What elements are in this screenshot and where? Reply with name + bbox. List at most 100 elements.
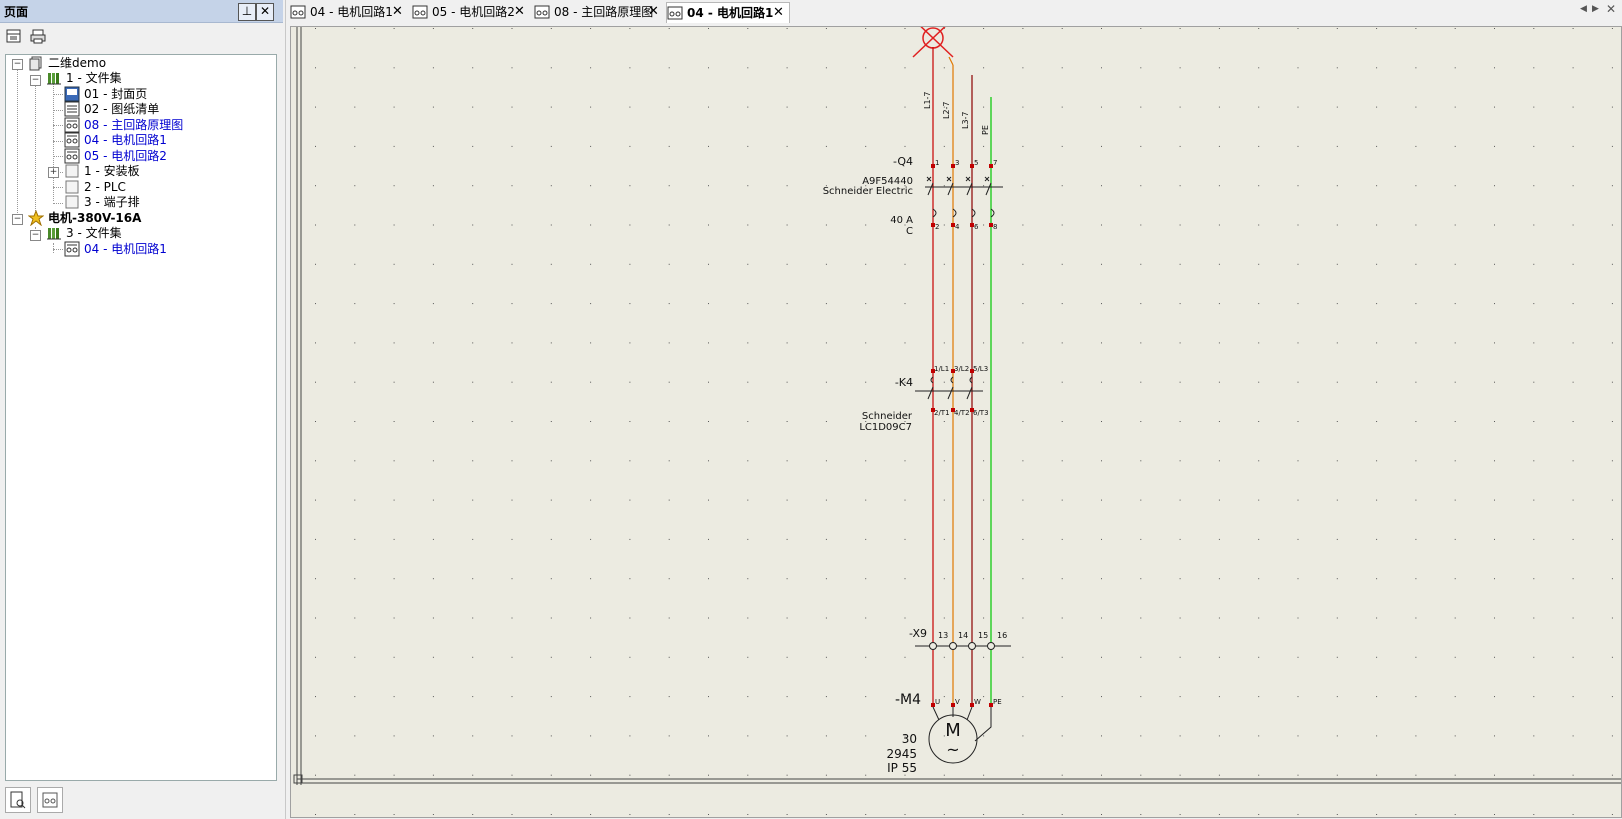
panel-title: 页面 (4, 5, 29, 19)
tab-page04-active[interactable]: 04 - 电机回路1 ✕ (666, 2, 790, 23)
page-preview-button[interactable] (5, 787, 31, 813)
schematic-page-icon (64, 117, 80, 133)
m4-symbol: M (945, 720, 961, 741)
tab-close-icon[interactable]: ✕ (514, 2, 525, 22)
tree-item-label: 02 - 图纸清单 (84, 102, 160, 116)
page-tree: − 二维demo − 1 - 文件集 01 - 封面页 02 - 图纸清单 08… (5, 54, 277, 781)
q4-maker: Schneider Electric (823, 186, 913, 197)
x9-pin-15: 15 (978, 631, 988, 640)
preview-magnifier-icon (10, 791, 26, 809)
close-document-icon[interactable]: ✕ (1606, 2, 1616, 16)
tree-item-label: 3 - 文件集 (66, 226, 122, 240)
q4-pin-5: 5 (974, 159, 978, 167)
schematic-page-icon (534, 5, 550, 19)
tab-label: 04 - 电机回路1 (687, 6, 774, 20)
tree-item-label: 二维demo (48, 56, 107, 70)
q4-pin-1: 1 (935, 159, 939, 167)
cover-page-icon (64, 86, 80, 102)
tab-scroll-right-icon[interactable]: ▶ (1592, 4, 1599, 14)
collapse-folder3-toggle[interactable]: − (30, 230, 41, 241)
schematic-page-icon (64, 148, 80, 164)
tab-label: 05 - 电机回路2 (432, 5, 515, 19)
book-stack-icon (47, 73, 61, 85)
schematic-page-icon (42, 792, 58, 808)
tree-item-label: 1 - 文件集 (66, 71, 122, 85)
m4-ip: IP 55 (887, 761, 917, 775)
tree-item-label: 1 - 安装板 (84, 164, 140, 178)
schematic-drawing[interactable]: L1-7 L2-7 L3-7 PE -Q4 A9F54440 Schneider… (291, 27, 1621, 817)
tree-item-label: 电机-380V-16A (48, 211, 142, 225)
collapse-motor-toggle[interactable]: − (12, 214, 23, 225)
tab-close-icon[interactable]: ✕ (392, 2, 403, 22)
k4-maker: Schneider (862, 411, 913, 422)
star-icon (28, 210, 44, 226)
tab-page08[interactable]: 08 - 主回路原理图 ✕ (534, 2, 662, 22)
tree-item-label: 01 - 封面页 (84, 87, 148, 101)
tree-item-label: 3 - 端子排 (84, 195, 140, 209)
tab-scroll-left-icon[interactable]: ◀ (1580, 4, 1587, 14)
pages-panel: 页面 ⊥ ✕ − 二维demo − 1 - 文件集 01 - 封面页 02 - … (0, 0, 286, 819)
pin-button[interactable]: ⊥ (238, 3, 256, 21)
schematic-canvas[interactable]: L1-7 L2-7 L3-7 PE -Q4 A9F54440 Schneider… (290, 26, 1622, 818)
tree-item-label: 2 - PLC (84, 180, 126, 194)
panel-icon (65, 180, 79, 194)
schematic-page-icon (412, 5, 428, 19)
tree-item-label: 05 - 电机回路2 (84, 149, 167, 163)
q4-curve: C (906, 226, 913, 237)
m4-pin-u: U (935, 698, 940, 706)
q4-pin-8: 8 (993, 223, 997, 231)
k4-pin-t1: 2/T1 (934, 409, 950, 417)
k4-pin-t3: 6/T3 (973, 409, 989, 417)
m4-pin-pe: PE (993, 698, 1002, 706)
close-panel-button[interactable]: ✕ (256, 3, 274, 21)
q4-rating: 40 A (890, 215, 913, 226)
x9-pin-13: 13 (938, 631, 948, 640)
tree-item-label: 04 - 电机回路1 (84, 242, 167, 256)
panel-header: 页面 ⊥ ✕ (0, 0, 283, 23)
tab-close-icon[interactable]: ✕ (648, 2, 659, 22)
m4-pin-v: V (955, 698, 960, 706)
k4-part: LC1D09C7 (859, 422, 912, 433)
q4-pin-3: 3 (955, 159, 959, 167)
collapse-folder-toggle[interactable]: − (30, 75, 41, 86)
q4-pin-6: 6 (974, 223, 979, 231)
q4-pin-7: 7 (993, 159, 997, 167)
x9-pin-14: 14 (958, 631, 968, 640)
schematic-page-icon (290, 5, 306, 19)
tree-item-label: 08 - 主回路原理图 (84, 118, 184, 132)
expand-install-toggle[interactable]: + (48, 167, 59, 178)
m4-tilde: ~ (946, 740, 959, 759)
x9-pin-16: 16 (997, 631, 1007, 640)
q4-pin-2: 2 (935, 223, 939, 231)
schematic-page-icon (64, 241, 80, 257)
m4-tag: -M4 (895, 692, 921, 708)
schematic-page-icon (64, 132, 80, 148)
m4-speed: 2945 (886, 747, 917, 761)
k4-pin-l2: 3/L2 (954, 365, 969, 373)
k4-pin-l3: 5/L3 (973, 365, 988, 373)
list-page-icon (64, 101, 80, 117)
page-view-icon[interactable] (5, 28, 23, 44)
panel-icon (65, 195, 79, 209)
schematic-page-icon (667, 6, 683, 20)
tab-label: 08 - 主回路原理图 (554, 5, 654, 19)
q4-pin-4: 4 (955, 223, 960, 231)
tab-page05[interactable]: 05 - 电机回路2 ✕ (412, 2, 530, 22)
m4-pin-w: W (974, 698, 981, 706)
panel-toolbar (0, 24, 283, 50)
wire-label-l1: L1-7 (923, 91, 932, 109)
wire-label-pe: PE (981, 125, 990, 135)
tab-page04-a[interactable]: 04 - 电机回路1 ✕ (290, 2, 408, 22)
tab-close-icon[interactable]: ✕ (773, 3, 784, 23)
wire-label-l2: L2-7 (942, 101, 951, 119)
document-tabs: 04 - 电机回路1 ✕ 05 - 电机回路2 ✕ 08 - 主回路原理图 ✕ … (290, 0, 1622, 24)
tab-label: 04 - 电机回路1 (310, 5, 393, 19)
m4-power: 30 (902, 732, 917, 746)
schematic-filter-button[interactable] (37, 787, 63, 813)
wire-label-l3: L3-7 (961, 111, 970, 129)
printer-icon[interactable] (29, 28, 47, 44)
x9-tag: -X9 (909, 627, 927, 640)
collapse-root-toggle[interactable]: − (12, 59, 23, 70)
tree-item-label: 04 - 电机回路1 (84, 133, 167, 147)
project-icon (29, 56, 42, 71)
